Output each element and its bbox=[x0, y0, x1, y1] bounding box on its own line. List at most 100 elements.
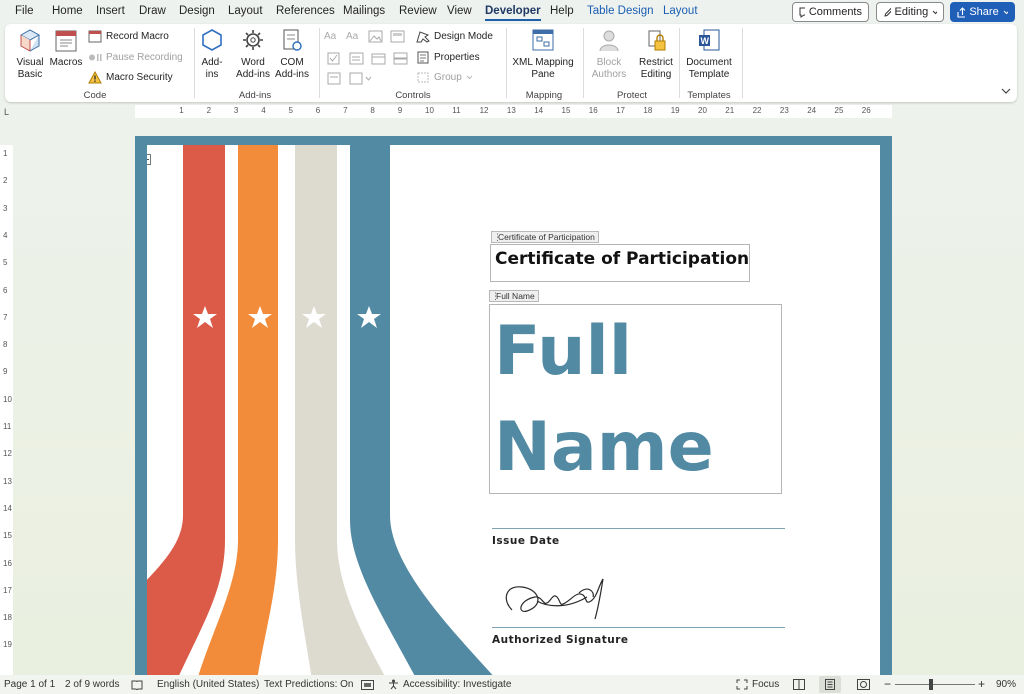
web-layout-icon[interactable] bbox=[857, 679, 870, 690]
zoom-slider[interactable] bbox=[895, 684, 975, 685]
rich-text-control-icon[interactable]: Aa bbox=[324, 31, 339, 44]
tab-help[interactable]: Help bbox=[550, 5, 574, 17]
lock-icon bbox=[648, 30, 666, 51]
repeating-section-control-icon[interactable] bbox=[393, 52, 408, 65]
collapse-ribbon-icon[interactable] bbox=[1001, 88, 1011, 95]
tab-design[interactable]: Design bbox=[179, 5, 215, 17]
group-label-protect: Protect bbox=[616, 90, 648, 101]
authorized-signature-label[interactable]: Authorized Signature bbox=[492, 634, 629, 646]
tab-draw[interactable]: Draw bbox=[139, 5, 166, 17]
tab-developer[interactable]: Developer bbox=[485, 5, 541, 21]
read-mode-icon[interactable] bbox=[793, 679, 805, 690]
addins-button[interactable]: Add-ins bbox=[198, 27, 226, 81]
group-button[interactable]: Group bbox=[416, 71, 473, 84]
design-mode-button[interactable]: Design Mode bbox=[416, 30, 493, 43]
document-template-button[interactable]: W Document Template bbox=[681, 27, 737, 81]
tab-layout[interactable]: Layout bbox=[228, 5, 263, 17]
legacy-forms-dropdown-icon[interactable] bbox=[349, 72, 375, 85]
language-indicator[interactable]: English (United States) bbox=[157, 679, 259, 690]
chevron-down-icon bbox=[932, 10, 937, 14]
content-control-tag-full-name[interactable]: Full Name bbox=[489, 290, 539, 302]
text-predictions[interactable]: Text Predictions: On bbox=[264, 679, 353, 690]
issue-date-label[interactable]: Issue Date bbox=[492, 535, 560, 547]
page-count[interactable]: Page 1 of 1 bbox=[4, 679, 55, 690]
addins-icon bbox=[202, 29, 222, 51]
ruler-tick-label: 1 bbox=[3, 149, 8, 158]
ruler-tick-label: 7 bbox=[343, 106, 348, 115]
tab-references[interactable]: References bbox=[276, 5, 335, 17]
proofing-book-icon[interactable] bbox=[131, 680, 143, 690]
picture-control-icon[interactable] bbox=[368, 30, 383, 43]
tab-mailings[interactable]: Mailings bbox=[343, 5, 385, 17]
tab-insert[interactable]: Insert bbox=[96, 5, 125, 17]
tab-table-design[interactable]: Table Design bbox=[587, 5, 653, 17]
macros-button[interactable]: Macros bbox=[49, 27, 83, 69]
teal-stripe bbox=[350, 145, 497, 680]
ruler-tick-label: 12 bbox=[479, 106, 489, 115]
group-separator bbox=[194, 28, 195, 98]
tab-selector-icon[interactable]: L bbox=[4, 107, 9, 117]
word-addins-button[interactable]: Word Add-ins bbox=[232, 27, 274, 81]
group-label-controls: Controls bbox=[395, 90, 431, 101]
zoom-level[interactable]: 90% bbox=[996, 679, 1016, 690]
ruler-tick-label: 26 bbox=[861, 106, 871, 115]
chevron-down-icon bbox=[1003, 10, 1008, 14]
group-separator bbox=[506, 28, 507, 98]
issue-date-line bbox=[492, 528, 785, 529]
accessibility-icon bbox=[389, 679, 398, 690]
legacy-tools-icon[interactable] bbox=[327, 72, 342, 85]
zoom-in-button[interactable]: + bbox=[978, 677, 985, 691]
focus-icon bbox=[736, 679, 748, 690]
group-separator bbox=[583, 28, 584, 98]
macro-security-button[interactable]: Macro Security bbox=[88, 71, 173, 84]
tab-review[interactable]: Review bbox=[399, 5, 437, 17]
print-layout-button[interactable] bbox=[819, 676, 841, 693]
chevron-down-icon bbox=[466, 75, 473, 80]
date-picker-control-icon[interactable] bbox=[371, 52, 386, 65]
com-addins-button[interactable]: COM Add-ins bbox=[271, 27, 313, 81]
restrict-editing-button[interactable]: Restrict Editing bbox=[635, 27, 677, 81]
tab-file[interactable]: File bbox=[15, 5, 34, 17]
handwritten-signature bbox=[505, 578, 604, 620]
full-name-content-control[interactable]: Full Name bbox=[489, 304, 782, 494]
word-count[interactable]: 2 of 9 words bbox=[65, 679, 119, 690]
ruler-tick-label: 3 bbox=[233, 106, 239, 115]
editing-mode-button[interactable]: Editing bbox=[876, 2, 944, 22]
ruler-tick-label: 1 bbox=[179, 106, 184, 115]
full-name-line-1: Full bbox=[494, 312, 633, 391]
content-control-tag-title[interactable]: Certificate of Participation bbox=[491, 231, 599, 243]
ruler-tick-label: 19 bbox=[670, 106, 680, 115]
building-block-control-icon[interactable] bbox=[390, 30, 405, 43]
ruler-tick-label: 13 bbox=[3, 476, 12, 486]
zoom-out-button[interactable]: − bbox=[884, 677, 891, 691]
table-move-handle-icon[interactable] bbox=[147, 154, 152, 166]
ruler-tick-label: 25 bbox=[834, 106, 844, 115]
record-macro-button[interactable]: Record Macro bbox=[88, 30, 169, 43]
word-template-icon: W bbox=[699, 29, 720, 51]
vertical-ruler[interactable]: 1 2 3 4 5 6 7 8 9 10 11 12 13 14 15 16 17 18 19 bbox=[0, 145, 13, 675]
share-button[interactable]: Share bbox=[950, 2, 1015, 22]
properties-button[interactable]: Properties bbox=[416, 51, 480, 64]
title-content-control[interactable]: Certificate of Participation bbox=[490, 244, 750, 282]
comments-button[interactable]: Comments bbox=[792, 2, 869, 22]
zoom-slider-thumb[interactable] bbox=[929, 679, 933, 690]
plain-text-control-icon[interactable]: Aa bbox=[346, 31, 361, 44]
block-authors-button[interactable]: Block Authors bbox=[588, 27, 630, 81]
checkbox-control-icon[interactable] bbox=[327, 52, 342, 65]
visual-basic-button[interactable]: Visual Basic bbox=[13, 27, 47, 81]
xml-mapping-pane-button[interactable]: XML Mapping Pane bbox=[508, 27, 578, 81]
macro-recording-icon[interactable] bbox=[361, 680, 374, 690]
tab-table-layout[interactable]: Layout bbox=[663, 5, 698, 17]
focus-mode-button[interactable]: Focus bbox=[736, 679, 779, 690]
ruler-tick-label: 12 bbox=[3, 449, 12, 459]
pause-recording-button[interactable]: Pause Recording bbox=[88, 51, 183, 64]
document-page[interactable]: Certificate of Participation Certificate… bbox=[147, 145, 880, 680]
accessibility-checker[interactable]: Accessibility: Investigate bbox=[388, 679, 511, 690]
ruler-tick-label: 2 bbox=[3, 176, 8, 186]
combo-box-control-icon[interactable] bbox=[349, 52, 364, 65]
group-icon bbox=[417, 72, 429, 83]
tab-home[interactable]: Home bbox=[52, 5, 83, 17]
visual-basic-icon bbox=[19, 29, 41, 52]
tab-view[interactable]: View bbox=[447, 5, 472, 17]
horizontal-ruler[interactable]: 1 2 3 4 5 6 7 8 9 10 11 12 13 14 15 16 17 18 19 20 21 22 23 24 2… bbox=[135, 105, 892, 118]
